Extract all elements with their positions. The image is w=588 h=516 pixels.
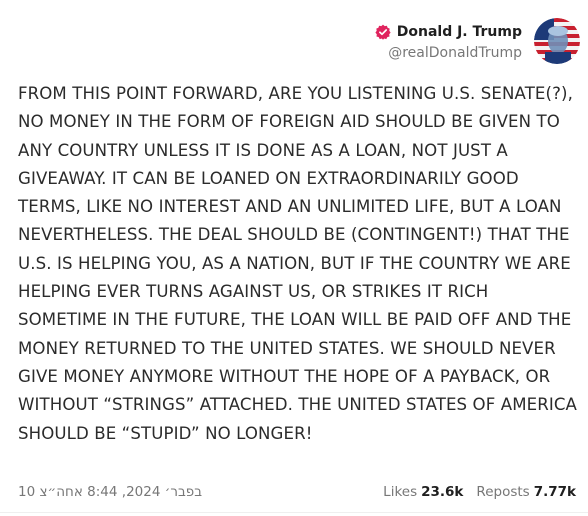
avatar[interactable] [534,18,580,64]
divider [0,512,588,513]
verified-badge-icon [375,24,391,40]
post-stats: Likes 23.6k Reposts 7.77k [383,484,576,500]
likes-value: 23.6k [421,484,464,500]
display-name-row[interactable]: Donald J. Trump [375,21,522,43]
likes-label: Likes [383,484,418,500]
post-timestamp[interactable]: 10 בפבר׳ 2024, 8:44 אחה״צ [18,484,202,500]
author-names: Donald J. Trump @realDonaldTrump [375,21,522,61]
post-text: FROM THIS POINT FORWARD, ARE YOU LISTENI… [18,84,577,443]
reposts-value: 7.77k [533,484,576,500]
display-name[interactable]: Donald J. Trump [397,24,522,40]
post-card: Donald J. Trump @realDonaldTrump FROM TH… [0,0,588,516]
reposts-label: Reposts [476,484,530,500]
post-header: Donald J. Trump @realDonaldTrump [375,17,580,65]
likes-count[interactable]: Likes 23.6k [383,484,463,500]
post-footer: 10 בפבר׳ 2024, 8:44 אחה״צ Likes 23.6k Re… [0,484,588,506]
account-handle[interactable]: @realDonaldTrump [388,45,522,61]
reposts-count[interactable]: Reposts 7.77k [476,484,576,500]
